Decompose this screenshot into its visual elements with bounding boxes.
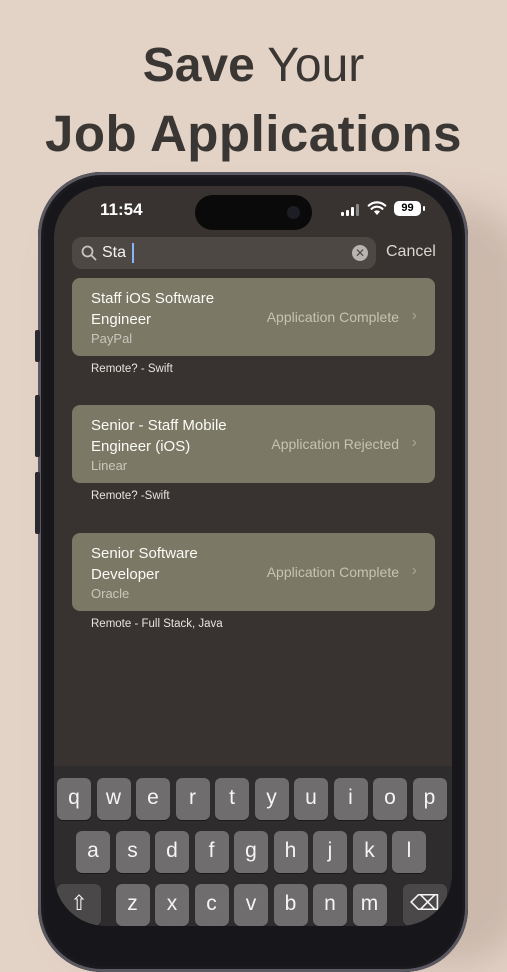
key-e[interactable]: e bbox=[136, 778, 170, 820]
job-title: Staff iOS Software Engineer bbox=[91, 290, 215, 328]
key-v[interactable]: v bbox=[234, 884, 268, 926]
application-status: Application Complete bbox=[266, 309, 399, 325]
job-result-card[interactable]: Senior Software Developer Oracle Applica… bbox=[72, 533, 435, 611]
key-k[interactable]: k bbox=[352, 831, 387, 873]
key-w[interactable]: w bbox=[96, 778, 131, 820]
cancel-button[interactable]: Cancel bbox=[386, 243, 436, 261]
chevron-right-icon: › bbox=[411, 307, 417, 324]
phone-volume-up bbox=[35, 395, 40, 457]
wifi-icon bbox=[367, 201, 387, 215]
shift-key[interactable]: ⇧ bbox=[57, 884, 101, 926]
key-b[interactable]: b bbox=[273, 884, 308, 926]
dynamic-island bbox=[195, 195, 312, 230]
key-m[interactable]: m bbox=[352, 884, 387, 926]
key-t[interactable]: t bbox=[215, 778, 249, 820]
key-y[interactable]: y bbox=[254, 778, 289, 820]
key-h[interactable]: h bbox=[273, 831, 308, 873]
job-result-card[interactable]: Staff iOS Software Engineer PayPal Appli… bbox=[72, 278, 435, 356]
job-note: Remote? - Swift bbox=[91, 363, 173, 375]
cellular-signal-icon bbox=[341, 204, 361, 216]
keyboard: q w e r t y u i o p a s d f g h j k l ⇧ … bbox=[54, 766, 452, 926]
chevron-right-icon: › bbox=[411, 562, 417, 579]
headline-rest: Your bbox=[254, 39, 365, 92]
key-q[interactable]: q bbox=[57, 778, 91, 820]
headline-bold-word: Save bbox=[142, 39, 255, 92]
job-result-card[interactable]: Senior - Staff Mobile Engineer (iOS) Lin… bbox=[72, 405, 435, 483]
search-input[interactable]: Sta ✕ bbox=[72, 237, 376, 269]
key-p[interactable]: p bbox=[412, 778, 447, 820]
key-o[interactable]: o bbox=[373, 778, 407, 820]
key-x[interactable]: x bbox=[155, 884, 189, 926]
application-status: Application Complete bbox=[266, 564, 399, 580]
key-g[interactable]: g bbox=[234, 831, 268, 873]
camera-icon bbox=[287, 206, 300, 219]
job-title: Senior - Staff Mobile Engineer (iOS) bbox=[91, 417, 227, 455]
chevron-right-icon: › bbox=[411, 434, 417, 451]
battery-tip bbox=[423, 206, 425, 211]
key-u[interactable]: u bbox=[294, 778, 328, 820]
key-s[interactable]: s bbox=[115, 831, 150, 873]
clear-search-icon[interactable]: ✕ bbox=[352, 245, 368, 261]
battery-icon: 99 bbox=[394, 201, 421, 216]
headline-line-1: Save Your bbox=[0, 38, 507, 93]
key-f[interactable]: f bbox=[194, 831, 229, 873]
job-company: PayPal bbox=[91, 331, 133, 346]
key-c[interactable]: c bbox=[194, 884, 229, 926]
job-note: Remote? -Swift bbox=[91, 490, 170, 502]
key-j[interactable]: j bbox=[313, 831, 347, 873]
search-query: Sta bbox=[102, 244, 127, 261]
job-company: Oracle bbox=[91, 586, 130, 601]
delete-key[interactable]: ⌫ bbox=[403, 884, 447, 926]
job-title: Senior Software Developer bbox=[91, 545, 198, 583]
phone-action-button bbox=[35, 330, 40, 362]
key-z[interactable]: z bbox=[115, 884, 150, 926]
phone-volume-down bbox=[35, 472, 40, 534]
application-status: Application Rejected bbox=[271, 436, 399, 452]
headline-line-2: Job Applications bbox=[45, 105, 462, 162]
key-r[interactable]: r bbox=[175, 778, 210, 820]
phone-screen: 11:54 99 Sta ✕ Cancel Staff iOS Software… bbox=[54, 186, 452, 926]
key-l[interactable]: l bbox=[392, 831, 426, 873]
text-caret bbox=[132, 243, 134, 263]
key-d[interactable]: d bbox=[155, 831, 189, 873]
job-note: Remote - Full Stack, Java bbox=[91, 618, 223, 630]
key-a[interactable]: a bbox=[76, 831, 110, 873]
key-n[interactable]: n bbox=[313, 884, 347, 926]
status-time: 11:54 bbox=[100, 200, 143, 219]
job-company: Linear bbox=[91, 458, 128, 473]
search-icon bbox=[81, 245, 97, 261]
key-i[interactable]: i bbox=[333, 778, 368, 820]
